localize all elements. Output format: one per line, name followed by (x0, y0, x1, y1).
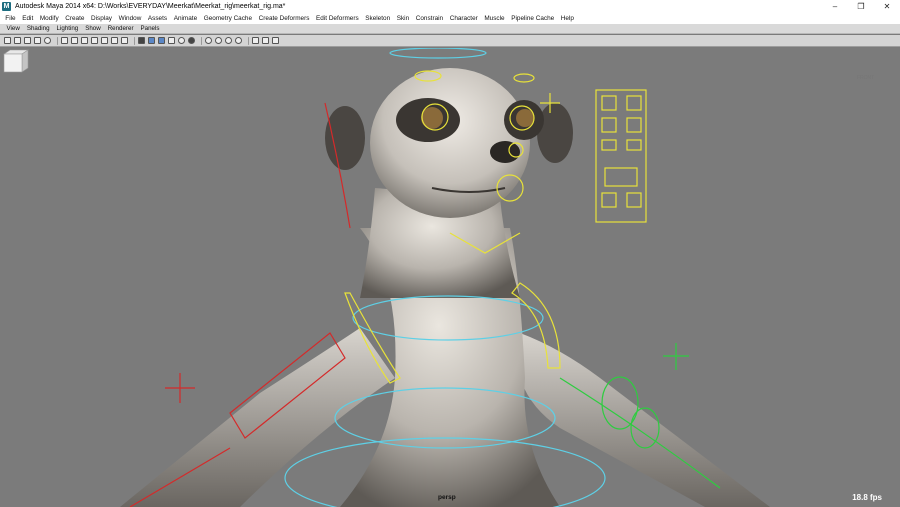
safe-title-icon[interactable] (121, 37, 128, 44)
smooth-shade-icon[interactable] (148, 37, 155, 44)
bookmarks-icon[interactable] (24, 37, 31, 44)
menu-file[interactable]: File (2, 15, 19, 22)
left-ik-ctrl (165, 373, 195, 403)
gate-mask-icon[interactable] (91, 37, 98, 44)
minimize-button[interactable]: – (822, 0, 848, 13)
camera-attributes-icon[interactable] (14, 37, 21, 44)
panel-menu-lighting[interactable]: Lighting (53, 25, 82, 32)
panel-menu-bar: View Shading Lighting Show Renderer Pane… (0, 24, 900, 34)
menu-animate[interactable]: Animate (170, 15, 200, 22)
viewcube-label: FRONT (857, 75, 875, 81)
menu-edit[interactable]: Edit (19, 15, 37, 22)
menu-muscle[interactable]: Muscle (481, 15, 508, 22)
ambient-occlusion-icon[interactable] (205, 37, 212, 44)
panel-toolbar (0, 35, 900, 47)
window-title: Autodesk Maya 2014 x64: D:\Works\EVERYDA… (15, 3, 286, 10)
viewcube-icon[interactable] (0, 48, 30, 76)
panel-menu-show[interactable]: Show (82, 25, 104, 32)
left-ear-mesh (325, 106, 365, 170)
shadows-icon[interactable] (188, 37, 195, 44)
fps-readout: 18.8 fps (852, 493, 882, 502)
maximize-button[interactable]: ❐ (848, 0, 874, 13)
head-top-ctrl (389, 48, 487, 59)
main-menu-bar: File Edit Modify Create Display Window A… (0, 13, 900, 24)
menu-create[interactable]: Create (62, 15, 88, 22)
two-d-pan-zoom-icon[interactable] (44, 37, 51, 44)
wireframe-icon[interactable] (138, 37, 145, 44)
right-eye (516, 109, 534, 127)
motion-blur-icon[interactable] (215, 37, 222, 44)
safe-action-icon[interactable] (111, 37, 118, 44)
field-chart-icon[interactable] (101, 37, 108, 44)
menu-pipeline-cache[interactable]: Pipeline Cache (508, 15, 558, 22)
use-all-lights-icon[interactable] (178, 37, 185, 44)
menu-skeleton[interactable]: Skeleton (362, 15, 393, 22)
image-plane-icon[interactable] (34, 37, 41, 44)
toolbar-separator (248, 36, 249, 45)
xray-joints-icon[interactable] (272, 37, 279, 44)
menu-constrain[interactable]: Constrain (412, 15, 446, 22)
depth-of-field-icon[interactable] (235, 37, 242, 44)
panel-menu-panels[interactable]: Panels (137, 25, 163, 32)
menu-display[interactable]: Display (88, 15, 116, 22)
resolution-gate-icon[interactable] (81, 37, 88, 44)
multisample-aa-icon[interactable] (225, 37, 232, 44)
menu-skin[interactable]: Skin (393, 15, 412, 22)
wireframe-on-shaded-icon[interactable] (158, 37, 165, 44)
menu-edit-deformers[interactable]: Edit Deformers (313, 15, 362, 22)
textured-icon[interactable] (168, 37, 175, 44)
menu-geometry-cache[interactable]: Geometry Cache (200, 15, 255, 22)
panel-menu-shading[interactable]: Shading (23, 25, 53, 32)
right-ik-ctrl (663, 343, 689, 370)
grid-icon[interactable] (61, 37, 68, 44)
persp-viewport[interactable]: FRONT persp 18.8 fps (0, 48, 900, 507)
camera-label: persp (438, 494, 456, 501)
film-gate-icon[interactable] (71, 37, 78, 44)
toolbar-separator (57, 36, 58, 45)
window-controls: – ❐ ✕ (822, 0, 900, 13)
menu-window[interactable]: Window (115, 15, 144, 22)
select-camera-icon[interactable] (4, 37, 11, 44)
menu-assets[interactable]: Assets (145, 15, 171, 22)
right-arm-mesh (520, 333, 770, 507)
menu-create-deformers[interactable]: Create Deformers (255, 15, 312, 22)
title-bar: M Autodesk Maya 2014 x64: D:\Works\EVERY… (0, 0, 900, 13)
xray-icon[interactable] (262, 37, 269, 44)
isolate-select-icon[interactable] (252, 37, 259, 44)
panel-menu-renderer[interactable]: Renderer (104, 25, 137, 32)
left-arm-mesh (120, 328, 395, 507)
toolbar-separator (134, 36, 135, 45)
maya-app-icon: M (2, 2, 11, 11)
menu-character[interactable]: Character (446, 15, 481, 22)
toolbar-separator (201, 36, 202, 45)
scene-render (120, 48, 770, 507)
menu-help[interactable]: Help (558, 15, 578, 22)
right-ear-mesh (537, 103, 573, 163)
close-button[interactable]: ✕ (874, 0, 900, 13)
menu-modify[interactable]: Modify (37, 15, 62, 22)
nose-mesh (490, 141, 520, 163)
panel-menu-view[interactable]: View (3, 25, 23, 32)
